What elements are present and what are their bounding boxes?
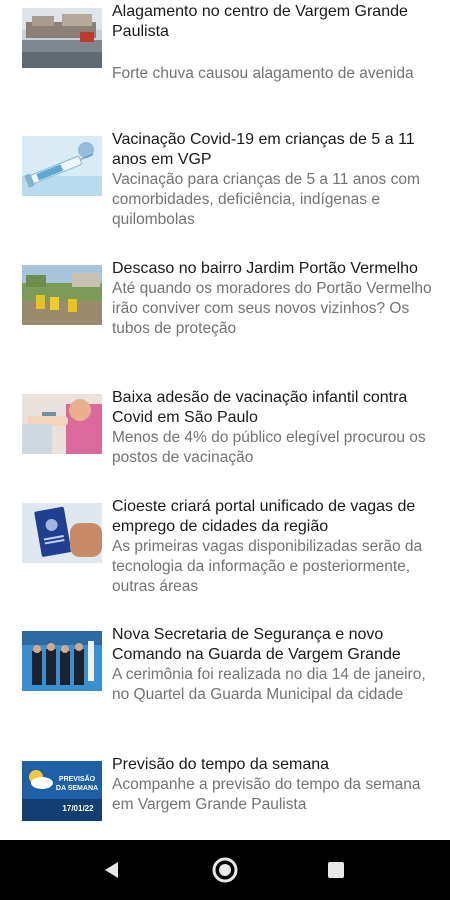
article-title[interactable]: Alagamento no centro de Vargem Grande Pa…	[112, 2, 434, 42]
work-card-photo	[22, 503, 102, 563]
forecast-title-line2: DA SEMANA	[56, 785, 98, 792]
article-description: A cerimônia foi realizada no dia 14 de j…	[112, 666, 426, 703]
child-vaccination-photo	[22, 394, 102, 454]
system-navigation-bar	[0, 840, 450, 900]
news-item[interactable]: Alagamento no centro de Vargem Grande Pa…	[0, 0, 450, 120]
home-button[interactable]	[195, 840, 255, 900]
article-thumbnail[interactable]	[22, 265, 102, 325]
vaccine-syringe-photo	[22, 136, 102, 196]
article-thumbnail[interactable]	[22, 631, 102, 691]
back-button[interactable]	[82, 840, 142, 900]
recents-icon	[328, 862, 344, 878]
article-title[interactable]: Nova Secretaria de Segurança e novo Coma…	[112, 625, 434, 665]
news-item[interactable]: PREVISÃO DA SEMANA 17/01/22 Previsão do …	[0, 753, 450, 840]
article-title[interactable]: Vacinação Covid-19 em crianças de 5 a 11…	[112, 130, 434, 170]
news-feed: Alagamento no centro de Vargem Grande Pa…	[0, 0, 450, 840]
article-title[interactable]: Baixa adesão de vacinação infantil contr…	[112, 388, 434, 428]
weather-forecast-graphic: PREVISÃO DA SEMANA 17/01/22	[22, 761, 102, 821]
forecast-date: 17/01/22	[62, 804, 94, 813]
article-title[interactable]: Descaso no bairro Jardim Portão Vermelho	[112, 259, 434, 279]
article-thumbnail[interactable]	[22, 136, 102, 196]
flooded-street-photo	[22, 8, 102, 68]
guard-ceremony-photo	[22, 631, 102, 691]
recents-button[interactable]	[306, 840, 366, 900]
news-item[interactable]: Descaso no bairro Jardim Portão Vermelho…	[0, 257, 450, 377]
home-icon	[212, 857, 238, 883]
article-thumbnail[interactable]	[22, 8, 102, 68]
article-thumbnail[interactable]	[22, 503, 102, 563]
article-description: Acompanhe a previsão do tempo da semana …	[112, 776, 421, 813]
news-item[interactable]: Baixa adesão de vacinação infantil contr…	[0, 386, 450, 496]
article-description: Menos de 4% do público elegível procurou…	[112, 429, 426, 466]
article-description: As primeiras vagas disponibilizadas serã…	[112, 538, 423, 595]
article-title[interactable]: Cioeste criará portal unificado de vagas…	[112, 497, 434, 537]
news-item[interactable]: Cioeste criará portal unificado de vagas…	[0, 495, 450, 620]
yellow-pipes-photo	[22, 265, 102, 325]
article-thumbnail[interactable]	[22, 394, 102, 454]
article-description: Forte chuva causou alagamento de avenida	[112, 65, 414, 82]
forecast-title-line1: PREVISÃO	[59, 774, 96, 783]
article-description: Vacinação para crianças de 5 a 11 anos c…	[112, 171, 420, 228]
back-icon	[105, 862, 118, 878]
article-title[interactable]: Previsão do tempo da semana	[112, 755, 434, 775]
news-item[interactable]: Nova Secretaria de Segurança e novo Coma…	[0, 623, 450, 743]
article-description: Até quando os moradores do Portão Vermel…	[112, 280, 432, 337]
article-thumbnail[interactable]: PREVISÃO DA SEMANA 17/01/22	[22, 761, 102, 821]
news-item[interactable]: Vacinação Covid-19 em crianças de 5 a 11…	[0, 128, 450, 248]
